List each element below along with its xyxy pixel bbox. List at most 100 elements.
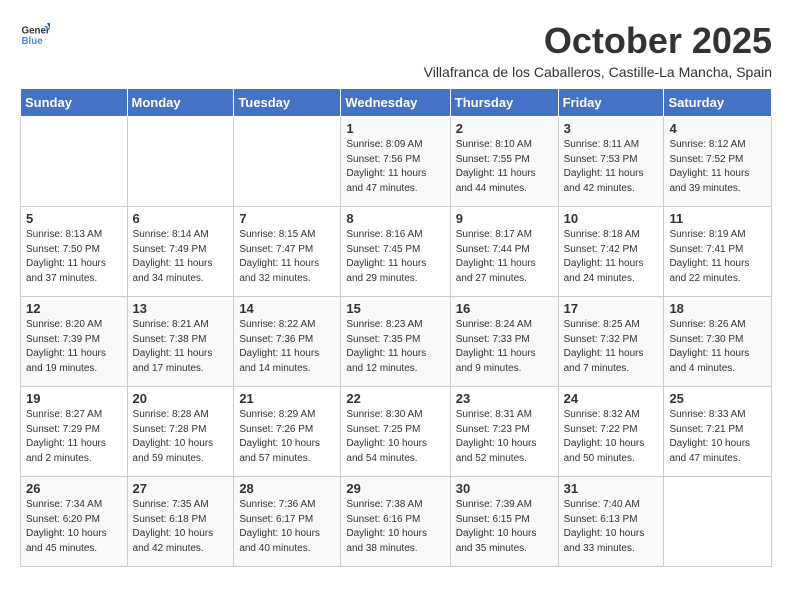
calendar-body: 1 Sunrise: 8:09 AM Sunset: 7:56 PM Daylig… [21, 117, 772, 567]
weekday-header-sunday: Sunday [21, 89, 128, 117]
weekday-header-monday: Monday [127, 89, 234, 117]
day-info: Sunrise: 8:28 AM Sunset: 7:28 PM Dayligh… [133, 408, 229, 466]
logo-icon: General Blue [20, 20, 50, 50]
day-number: 15 [346, 301, 444, 316]
day-number: 7 [239, 211, 335, 226]
calendar-cell [234, 117, 341, 207]
calendar-cell: 7 Sunrise: 8:15 AM Sunset: 7:47 PM Daylig… [234, 207, 341, 297]
day-info: Sunrise: 8:24 AM Sunset: 7:33 PM Dayligh… [456, 318, 553, 376]
day-number: 28 [239, 481, 335, 496]
calendar-cell: 18Sunrise: 8:26 AM Sunset: 7:30 PM Dayli… [664, 297, 772, 387]
calendar-cell: 3 Sunrise: 8:11 AM Sunset: 7:53 PM Daylig… [558, 117, 664, 207]
day-info: Sunrise: 7:34 AM Sunset: 6:20 PM Dayligh… [26, 498, 122, 556]
calendar-cell: 25 Sunrise: 8:33 AM Sunset: 7:21 PM Dayli… [664, 387, 772, 477]
calendar-cell: 28 Sunrise: 7:36 AM Sunset: 6:17 PM Dayli… [234, 477, 341, 567]
day-number: 26 [26, 481, 122, 496]
title-block: October 2025 Villafranca de los Caballer… [424, 20, 772, 80]
calendar-cell: 16 Sunrise: 8:24 AM Sunset: 7:33 PM Dayli… [450, 297, 558, 387]
calendar-week-4: 19 Sunrise: 8:27 AM Sunset: 7:29 PM Dayli… [21, 387, 772, 477]
day-info: Sunrise: 8:27 AM Sunset: 7:29 PM Dayligh… [26, 408, 122, 466]
calendar-cell [664, 477, 772, 567]
day-info: Sunrise: 7:38 AM Sunset: 6:16 PM Dayligh… [346, 498, 444, 556]
calendar-cell: 21 Sunrise: 8:29 AM Sunset: 7:26 PM Dayli… [234, 387, 341, 477]
day-number: 10 [564, 211, 659, 226]
day-info: Sunrise: 8:16 AM Sunset: 7:45 PM Dayligh… [346, 228, 444, 286]
weekday-header-tuesday: Tuesday [234, 89, 341, 117]
day-number: 1 [346, 121, 444, 136]
calendar-week-3: 12 Sunrise: 8:20 AM Sunset: 7:39 PM Dayli… [21, 297, 772, 387]
calendar-cell: 20 Sunrise: 8:28 AM Sunset: 7:28 PM Dayli… [127, 387, 234, 477]
day-info: Sunrise: 8:32 AM Sunset: 7:22 PM Dayligh… [564, 408, 659, 466]
day-info: Sunrise: 8:26 AM Sunset: 7:30 PM Dayligh… [669, 318, 766, 376]
calendar-week-2: 5 Sunrise: 8:13 AM Sunset: 7:50 PM Daylig… [21, 207, 772, 297]
day-info: Sunrise: 8:25 AM Sunset: 7:32 PM Dayligh… [564, 318, 659, 376]
day-number: 11 [669, 211, 766, 226]
calendar-cell: 6 Sunrise: 8:14 AM Sunset: 7:49 PM Daylig… [127, 207, 234, 297]
day-info: Sunrise: 8:14 AM Sunset: 7:49 PM Dayligh… [133, 228, 229, 286]
day-number: 16 [456, 301, 553, 316]
calendar-cell: 9 Sunrise: 8:17 AM Sunset: 7:44 PM Daylig… [450, 207, 558, 297]
day-info: Sunrise: 8:22 AM Sunset: 7:36 PM Dayligh… [239, 318, 335, 376]
calendar-cell: 31 Sunrise: 7:40 AM Sunset: 6:13 PM Dayli… [558, 477, 664, 567]
day-number: 9 [456, 211, 553, 226]
calendar-cell: 23Sunrise: 8:31 AM Sunset: 7:23 PM Dayli… [450, 387, 558, 477]
location-subtitle: Villafranca de los Caballeros, Castille-… [424, 64, 772, 80]
calendar-cell: 15Sunrise: 8:23 AM Sunset: 7:35 PM Dayli… [341, 297, 450, 387]
calendar-cell: 27 Sunrise: 7:35 AM Sunset: 6:18 PM Dayli… [127, 477, 234, 567]
weekday-header-wednesday: Wednesday [341, 89, 450, 117]
calendar-cell: 1 Sunrise: 8:09 AM Sunset: 7:56 PM Daylig… [341, 117, 450, 207]
day-info: Sunrise: 7:36 AM Sunset: 6:17 PM Dayligh… [239, 498, 335, 556]
day-number: 17 [564, 301, 659, 316]
day-number: 21 [239, 391, 335, 406]
day-info: Sunrise: 8:10 AM Sunset: 7:55 PM Dayligh… [456, 138, 553, 196]
day-number: 30 [456, 481, 553, 496]
day-info: Sunrise: 8:33 AM Sunset: 7:21 PM Dayligh… [669, 408, 766, 466]
calendar-cell [21, 117, 128, 207]
calendar-cell: 14 Sunrise: 8:22 AM Sunset: 7:36 PM Dayli… [234, 297, 341, 387]
day-info: Sunrise: 8:13 AM Sunset: 7:50 PM Dayligh… [26, 228, 122, 286]
day-number: 6 [133, 211, 229, 226]
day-info: Sunrise: 8:09 AM Sunset: 7:56 PM Dayligh… [346, 138, 444, 196]
day-number: 22 [346, 391, 444, 406]
day-number: 31 [564, 481, 659, 496]
day-number: 14 [239, 301, 335, 316]
calendar-cell: 29 Sunrise: 7:38 AM Sunset: 6:16 PM Dayli… [341, 477, 450, 567]
day-number: 27 [133, 481, 229, 496]
weekday-header-row: SundayMondayTuesdayWednesdayThursdayFrid… [21, 89, 772, 117]
day-number: 25 [669, 391, 766, 406]
day-info: Sunrise: 7:40 AM Sunset: 6:13 PM Dayligh… [564, 498, 659, 556]
day-info: Sunrise: 8:15 AM Sunset: 7:47 PM Dayligh… [239, 228, 335, 286]
day-number: 13 [133, 301, 229, 316]
calendar-cell: 11Sunrise: 8:19 AM Sunset: 7:41 PM Dayli… [664, 207, 772, 297]
day-number: 29 [346, 481, 444, 496]
calendar-cell: 13 Sunrise: 8:21 AM Sunset: 7:38 PM Dayli… [127, 297, 234, 387]
day-info: Sunrise: 8:11 AM Sunset: 7:53 PM Dayligh… [564, 138, 659, 196]
calendar-cell: 5 Sunrise: 8:13 AM Sunset: 7:50 PM Daylig… [21, 207, 128, 297]
calendar-week-1: 1 Sunrise: 8:09 AM Sunset: 7:56 PM Daylig… [21, 117, 772, 207]
day-number: 24 [564, 391, 659, 406]
day-number: 4 [669, 121, 766, 136]
day-number: 19 [26, 391, 122, 406]
logo: General Blue [20, 20, 50, 50]
day-info: Sunrise: 7:39 AM Sunset: 6:15 PM Dayligh… [456, 498, 553, 556]
day-info: Sunrise: 8:29 AM Sunset: 7:26 PM Dayligh… [239, 408, 335, 466]
day-info: Sunrise: 8:21 AM Sunset: 7:38 PM Dayligh… [133, 318, 229, 376]
day-info: Sunrise: 8:17 AM Sunset: 7:44 PM Dayligh… [456, 228, 553, 286]
day-number: 5 [26, 211, 122, 226]
calendar-cell: 10 Sunrise: 8:18 AM Sunset: 7:42 PM Dayli… [558, 207, 664, 297]
calendar-cell [127, 117, 234, 207]
calendar-cell: 4Sunrise: 8:12 AM Sunset: 7:52 PM Daylig… [664, 117, 772, 207]
day-number: 12 [26, 301, 122, 316]
day-info: Sunrise: 8:20 AM Sunset: 7:39 PM Dayligh… [26, 318, 122, 376]
day-number: 8 [346, 211, 444, 226]
day-info: Sunrise: 7:35 AM Sunset: 6:18 PM Dayligh… [133, 498, 229, 556]
day-info: Sunrise: 8:18 AM Sunset: 7:42 PM Dayligh… [564, 228, 659, 286]
weekday-header-saturday: Saturday [664, 89, 772, 117]
calendar-week-5: 26 Sunrise: 7:34 AM Sunset: 6:20 PM Dayli… [21, 477, 772, 567]
day-number: 3 [564, 121, 659, 136]
weekday-header-friday: Friday [558, 89, 664, 117]
calendar-cell: 8 Sunrise: 8:16 AM Sunset: 7:45 PM Daylig… [341, 207, 450, 297]
day-number: 20 [133, 391, 229, 406]
svg-text:Blue: Blue [22, 36, 44, 47]
calendar-table: SundayMondayTuesdayWednesdayThursdayFrid… [20, 88, 772, 567]
